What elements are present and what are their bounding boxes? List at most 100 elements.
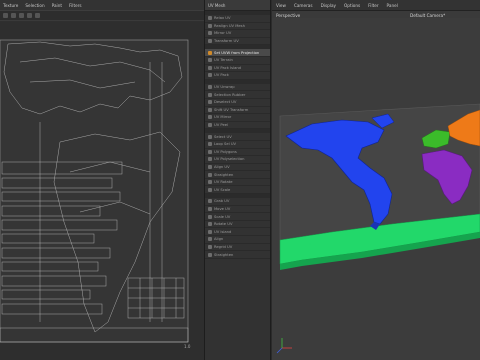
unwrap-icon — [208, 85, 212, 90]
command-label: Regrid UV — [214, 244, 233, 249]
command-item[interactable]: Rotate UV — [205, 221, 270, 229]
uv-menu-item[interactable]: Texture — [3, 3, 18, 8]
viewport-menu-item[interactable]: Cameras — [294, 3, 313, 8]
regrid-icon — [208, 244, 212, 249]
command-item[interactable]: Align — [205, 236, 270, 244]
command-item[interactable]: Straighten — [205, 171, 270, 179]
command-label: UV Polyselection — [214, 157, 245, 162]
command-item[interactable]: UV Island — [205, 228, 270, 237]
pack-icon — [208, 65, 212, 70]
command-item[interactable]: UV Polygons — [205, 149, 270, 157]
command-label: Move UV — [214, 206, 231, 211]
uv-menu-item[interactable]: Filters — [69, 3, 82, 8]
uv-editor-panel[interactable]: Texture Selection Paint Filters 1.0 — [0, 0, 204, 360]
shift-icon — [208, 107, 212, 112]
command-panel: UV Mesh Relax UV Realign UV Mesh Mirror UV… — [204, 0, 271, 360]
mirror-icon — [208, 115, 212, 120]
command-label: UV Scale — [214, 187, 231, 192]
command-label: UV Rotate — [214, 180, 233, 185]
uv-tile — [0, 39, 189, 343]
command-item[interactable]: UV Scale — [205, 186, 270, 195]
uv-menubar: Texture Selection Paint Filters — [0, 0, 204, 11]
command-item[interactable]: UV Pack Island — [205, 65, 270, 73]
polyselection-icon — [208, 157, 212, 162]
svg-text:1.0: 1.0 — [184, 344, 191, 349]
grid-icon[interactable] — [35, 13, 40, 18]
uv-menu-item[interactable]: Paint — [52, 3, 62, 8]
command-item[interactable]: UV Pack — [205, 72, 270, 80]
pack-icon — [208, 73, 212, 78]
command-item[interactable]: Scale UV — [205, 213, 270, 221]
command-item[interactable]: Select UV — [205, 133, 270, 141]
realign-icon — [208, 23, 212, 28]
viewport-menu-item[interactable]: Options — [344, 3, 360, 8]
straighten-icon — [208, 172, 212, 177]
viewport-menu-item[interactable]: View — [276, 3, 286, 8]
polygons-icon — [208, 149, 212, 154]
command-label: UV Unwrap — [214, 85, 235, 90]
viewport-menu-item[interactable]: Filter — [368, 3, 378, 8]
command-label: Align UV — [214, 164, 230, 169]
rubber-icon — [208, 92, 212, 97]
terrain-icon — [208, 58, 212, 63]
command-item[interactable]: Realign UV Mesh — [205, 23, 270, 31]
scale-icon[interactable] — [19, 13, 24, 18]
command-label: Realign UV Mesh — [214, 23, 245, 28]
projection-icon — [208, 50, 212, 55]
command-label: Deselect UV — [214, 100, 237, 105]
command-item[interactable]: Mirror UV — [205, 30, 270, 38]
viewport-menu-item[interactable]: Display — [321, 3, 336, 8]
command-item[interactable]: Deselect UV — [205, 99, 270, 107]
command-item[interactable]: UV Polyselection — [205, 156, 270, 164]
command-item[interactable]: Loop Sel UV — [205, 141, 270, 149]
transform-icon — [208, 39, 212, 44]
select-icon[interactable] — [3, 13, 8, 18]
rotate-icon[interactable] — [27, 13, 32, 18]
command-label: Grab UV — [214, 199, 230, 204]
command-label: UV Mirror — [214, 115, 232, 120]
viewport-panel[interactable]: View Cameras Display Options Filter Panel Per… — [272, 0, 480, 360]
command-label: Straighten — [214, 252, 234, 257]
align-icon — [208, 237, 212, 242]
uv-canvas[interactable]: 1.0 — [0, 22, 204, 360]
command-item[interactable]: UV Unwrap — [205, 84, 270, 92]
command-item[interactable]: UV Rotate — [205, 179, 270, 187]
move-icon[interactable] — [11, 13, 16, 18]
command-label: UV Peel — [214, 123, 229, 128]
command-label: Shift UV Transform — [214, 107, 249, 112]
viewport-menubar: View Cameras Display Options Filter Panel — [272, 0, 480, 11]
command-label: UV Terrain — [214, 58, 233, 63]
command-item[interactable]: Set UVW from Projection — [205, 49, 270, 57]
command-label: Straighten — [214, 172, 234, 177]
command-label: Transform UV — [214, 39, 239, 44]
uv-menu-item[interactable]: Selection — [25, 3, 44, 8]
uv-toolbar — [0, 11, 204, 21]
command-label: Loop Sel UV — [214, 142, 237, 147]
command-item[interactable]: Regrid UV — [205, 244, 270, 252]
command-item[interactable]: UV Peel — [205, 122, 270, 130]
command-item[interactable]: Transform UV — [205, 38, 270, 46]
command-list: Relax UV Realign UV Mesh Mirror UV Transfor… — [205, 11, 270, 259]
command-label: Scale UV — [214, 214, 231, 219]
align-icon — [208, 164, 212, 169]
command-item[interactable]: Move UV — [205, 206, 270, 214]
rotate-icon — [208, 222, 212, 227]
command-label: UV Island — [214, 229, 232, 234]
command-label: UV Pack Island — [214, 65, 242, 70]
command-item[interactable]: Align UV — [205, 164, 270, 172]
select-icon — [208, 134, 212, 139]
command-item[interactable]: UV Mirror — [205, 114, 270, 122]
command-item[interactable]: Relax UV — [205, 15, 270, 23]
viewport-3d-view[interactable] — [272, 18, 480, 360]
command-item[interactable]: Grab UV — [205, 198, 270, 206]
command-item[interactable]: Shift UV Transform — [205, 107, 270, 115]
command-label: UV Polygons — [214, 149, 237, 154]
command-item[interactable]: Selection Rubber — [205, 91, 270, 99]
command-item[interactable]: Straighten — [205, 251, 270, 259]
command-item[interactable]: UV Terrain — [205, 57, 270, 65]
island-marker — [309, 243, 311, 245]
loop-icon — [208, 142, 212, 147]
command-label: Mirror UV — [214, 31, 232, 36]
viewport-menu-item[interactable]: Panel — [387, 3, 398, 8]
relax-uv-icon — [208, 16, 212, 21]
